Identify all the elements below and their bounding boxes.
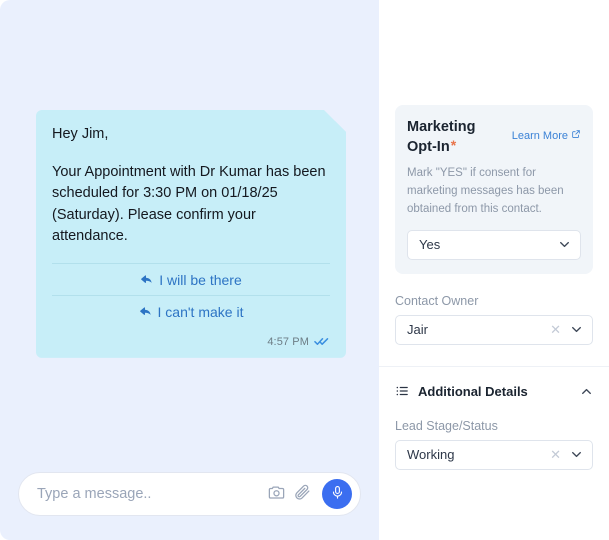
contact-owner-value: Jair	[407, 322, 428, 338]
chat-message-list[interactable]: Hey Jim, Your Appointment with Dr Kumar …	[0, 0, 379, 472]
marketing-optin-value: Yes	[419, 237, 441, 253]
chevron-down-icon	[558, 238, 571, 251]
incoming-message-bubble: Hey Jim, Your Appointment with Dr Kumar …	[36, 110, 346, 358]
lead-stage-clear-button[interactable]: ✕	[546, 448, 570, 461]
contact-details-pane: Marketing Opt-In* Learn More Mark "YES" …	[379, 0, 609, 540]
contact-owner-clear-button[interactable]: ✕	[546, 323, 570, 336]
message-bubble-container: Hey Jim, Your Appointment with Dr Kumar …	[36, 110, 346, 358]
camera-icon	[267, 483, 286, 505]
reply-arrow-icon	[140, 273, 153, 286]
marketing-optin-help-text: Mark "YES" if consent for marketing mess…	[407, 167, 564, 215]
marketing-optin-title: Marketing Opt-In*	[407, 118, 506, 157]
quick-reply-option-1[interactable]: I will be there	[52, 263, 330, 295]
microphone-icon	[330, 485, 345, 503]
contact-owner-label: Contact Owner	[395, 293, 479, 308]
required-asterisk: *	[450, 136, 457, 153]
pane-divider	[379, 365, 609, 367]
chevron-down-icon	[570, 448, 583, 461]
marketing-optin-title-text: Marketing Opt-In	[407, 119, 476, 155]
learn-more-label: Learn More	[511, 129, 568, 142]
message-timestamp: 4:57 PM	[267, 335, 309, 348]
chevron-up-icon[interactable]	[580, 385, 593, 398]
marketing-optin-select[interactable]: Yes	[407, 229, 581, 260]
camera-button[interactable]	[263, 481, 289, 507]
external-link-icon	[571, 129, 581, 142]
paperclip-icon	[293, 483, 312, 505]
lead-stage-label: Lead Stage/Status	[395, 418, 498, 433]
message-composer[interactable]	[18, 472, 361, 516]
additional-details-title: Additional Details	[418, 383, 528, 399]
quick-reply-label-2: I can't make it	[157, 303, 244, 320]
marketing-optin-header: Marketing Opt-In* Learn More	[407, 118, 581, 157]
voice-record-button[interactable]	[322, 479, 352, 509]
chat-contact-panel-app: Hey Jim, Your Appointment with Dr Kumar …	[0, 0, 609, 540]
message-meta: 4:57 PM	[52, 327, 330, 350]
marketing-optin-card: Marketing Opt-In* Learn More Mark "YES" …	[395, 105, 593, 274]
message-input[interactable]	[37, 473, 263, 515]
lead-stage-field: Lead Stage/Status Working ✕	[395, 419, 593, 470]
chevron-down-icon	[570, 323, 583, 336]
contact-owner-field: Contact Owner Jair ✕	[395, 294, 593, 345]
double-check-icon	[314, 336, 330, 347]
composer-area	[0, 472, 379, 540]
quick-reply-label-1: I will be there	[159, 271, 242, 288]
chat-pane: Hey Jim, Your Appointment with Dr Kumar …	[0, 0, 379, 540]
message-greeting: Hey Jim,	[52, 126, 109, 142]
quick-reply-option-2[interactable]: I can't make it	[52, 295, 330, 327]
attachment-button[interactable]	[289, 481, 315, 507]
learn-more-link[interactable]: Learn More	[512, 129, 581, 142]
reply-arrow-icon	[139, 305, 152, 318]
lead-stage-value: Working	[407, 447, 455, 463]
contact-owner-select[interactable]: Jair ✕	[395, 314, 593, 345]
additional-details-section-header[interactable]: Additional Details	[395, 384, 593, 399]
list-icon	[395, 384, 409, 398]
lead-stage-select[interactable]: Working ✕	[395, 439, 593, 470]
message-body: Your Appointment with Dr Kumar has been …	[52, 164, 326, 245]
